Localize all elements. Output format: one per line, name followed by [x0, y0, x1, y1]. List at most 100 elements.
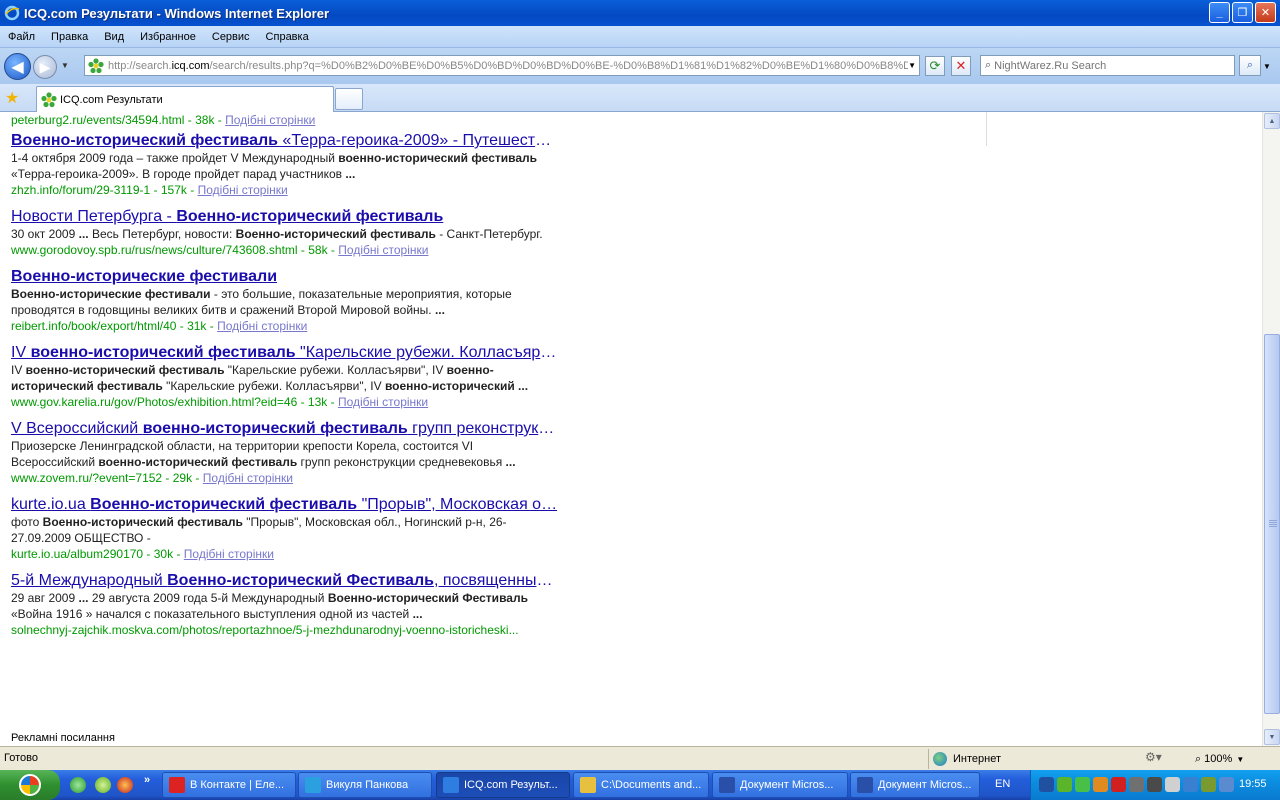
- result-title-link[interactable]: kurte.io.ua Военно-исторический фестивал…: [11, 495, 559, 514]
- tray-monitor-icon[interactable]: [1129, 777, 1144, 792]
- text-fragment: IV: [11, 344, 31, 361]
- taskbar-button[interactable]: Документ Micros...: [850, 772, 980, 798]
- result-snippet: фото Военно-исторический фестиваль "Прор…: [11, 514, 559, 546]
- quicklaunch-opera-icon[interactable]: [117, 777, 133, 793]
- similar-pages-link[interactable]: Подібні сторінки: [203, 471, 293, 485]
- quicklaunch-more-icon[interactable]: »: [144, 774, 150, 786]
- taskbar-app-icon: [443, 777, 459, 793]
- highlighted-text: военно-исторический фестиваль: [338, 151, 538, 165]
- tray-device-icon[interactable]: [1147, 777, 1162, 792]
- tray-ati-icon[interactable]: [1111, 777, 1126, 792]
- zoom-dropdown-icon[interactable]: ▼: [1236, 755, 1244, 764]
- similar-pages-link[interactable]: Подібні сторінки: [184, 547, 274, 561]
- window-titlebar: ICQ.com Результати - Windows Internet Ex…: [0, 0, 1280, 26]
- icq-flower-icon: [88, 57, 104, 73]
- taskbar-button-label: Викуля Панкова: [326, 779, 409, 791]
- start-button[interactable]: [0, 770, 60, 800]
- refresh-button[interactable]: ⟳: [925, 56, 945, 76]
- similar-pages-link[interactable]: Подібні сторінки: [217, 319, 307, 333]
- result-url: solnechnyj-zajchik.moskva.com/photos/rep…: [11, 623, 519, 637]
- history-dropdown-icon[interactable]: ▼: [61, 61, 69, 70]
- security-zone[interactable]: Интернет: [928, 749, 1138, 769]
- menu-item[interactable]: Сервис: [204, 31, 258, 43]
- result-title-link[interactable]: Военно-исторические фестивали: [11, 267, 559, 286]
- quicklaunch-icq-icon[interactable]: [70, 777, 86, 793]
- tray-globe-icon[interactable]: [1219, 777, 1234, 792]
- search-result: Военно-исторический фестиваль «Терра-гер…: [11, 131, 571, 198]
- taskbar-button[interactable]: Викуля Панкова: [298, 772, 432, 798]
- menu-item[interactable]: Файл: [0, 31, 43, 43]
- highlighted-text: Военно-исторический Фестиваль: [327, 591, 528, 605]
- favorites-star-icon[interactable]: ★: [5, 88, 19, 108]
- search-input[interactable]: [994, 59, 1215, 72]
- highlighted-text: ...: [345, 167, 356, 181]
- taskbar-button[interactable]: Документ Micros...: [712, 772, 848, 798]
- similar-pages-link[interactable]: Подібні сторінки: [338, 395, 428, 409]
- protected-mode-icon[interactable]: ⚙▾: [1145, 750, 1162, 764]
- result-snippet: IV военно-исторический фестиваль "Карель…: [11, 362, 559, 394]
- taskbar-button-label: ICQ.com Результ...: [464, 779, 558, 791]
- taskbar-button-label: Документ Micros...: [878, 779, 972, 791]
- tray-speaker-icon[interactable]: [1093, 777, 1108, 792]
- forward-button[interactable]: ▶: [33, 55, 57, 79]
- scroll-down-icon[interactable]: ▼: [1264, 729, 1280, 745]
- tray-shield-icon[interactable]: [1075, 777, 1090, 792]
- minimize-button[interactable]: _: [1209, 2, 1230, 23]
- text-fragment: "Прорыв", Московская о…: [357, 496, 558, 513]
- text-fragment: групп реконструкции средневековья: [297, 455, 506, 469]
- taskbar-button[interactable]: C:\Documents and...: [573, 772, 709, 798]
- result-title-link[interactable]: 5-й Международный Военно-исторический Фе…: [11, 571, 559, 590]
- tray-network-icon[interactable]: [1039, 777, 1054, 792]
- tray-volume-icon[interactable]: [1165, 777, 1180, 792]
- address-bar[interactable]: http://search.icq.com/search/results.php…: [84, 55, 920, 76]
- scroll-up-icon[interactable]: ▲: [1264, 113, 1280, 129]
- search-result: IV военно-исторический фестиваль "Карель…: [11, 343, 571, 410]
- taskbar-button[interactable]: ICQ.com Результ...: [436, 772, 570, 798]
- text-fragment: 5-й Международный: [11, 572, 168, 589]
- highlighted-text: Военно-исторический фестиваль: [90, 496, 358, 513]
- highlighted-text: Военно-исторический фестиваль: [11, 132, 278, 149]
- language-indicator[interactable]: EN: [995, 778, 1010, 790]
- menu-item[interactable]: Вид: [96, 31, 132, 43]
- result-title-link[interactable]: Военно-исторический фестиваль «Терра-гер…: [11, 131, 559, 150]
- highlighted-text: военно-исторический фестиваль: [98, 455, 298, 469]
- address-dropdown-icon[interactable]: ▼: [908, 61, 916, 70]
- taskbar-app-icon: [857, 777, 873, 793]
- vertical-scrollbar[interactable]: ▲ ▼: [1262, 112, 1280, 746]
- menu-item[interactable]: Избранное: [132, 31, 204, 43]
- tray-update-icon[interactable]: [1201, 777, 1216, 792]
- similar-pages-link[interactable]: Подібні сторінки: [225, 113, 315, 127]
- menu-item[interactable]: Справка: [258, 31, 317, 43]
- result-title-link[interactable]: IV военно-исторический фестиваль "Карель…: [11, 343, 559, 362]
- tab-row: ★ ICQ.com Результати: [0, 84, 1280, 112]
- search-options-dropdown-icon[interactable]: ▼: [1263, 62, 1271, 71]
- close-button[interactable]: ✕: [1255, 2, 1276, 23]
- zone-label: Интернет: [953, 753, 1001, 765]
- similar-pages-link[interactable]: Подібні сторінки: [338, 243, 428, 257]
- address-url[interactable]: http://search.icq.com/search/results.php…: [108, 60, 908, 72]
- search-box[interactable]: ⌕: [980, 55, 1235, 76]
- page-content: peterburg2.ru/events/34594.html - 38k - …: [0, 112, 1262, 746]
- highlighted-text: Военно-исторический фестиваль: [176, 208, 444, 225]
- zoom-control[interactable]: ⌕ 100% ▼: [1195, 749, 1244, 769]
- result-title-link[interactable]: V Всероссийский военно-исторический фест…: [11, 419, 559, 438]
- search-result: Военно-исторические фестивали Военно-исто…: [11, 267, 571, 334]
- tab-icq-results[interactable]: ICQ.com Результати: [36, 86, 334, 112]
- result-title-link[interactable]: Новости Петербурга - Военно-исторический…: [11, 207, 559, 226]
- taskbar-app-icon: [169, 777, 185, 793]
- result-meta: kurte.io.ua/album290170 - 30k - Подібні …: [11, 546, 571, 562]
- stop-button[interactable]: ✕: [951, 56, 971, 76]
- tray-display-icon[interactable]: [1183, 777, 1198, 792]
- search-button[interactable]: ⌕: [1239, 55, 1261, 76]
- result-meta: www.gov.karelia.ru/gov/Photos/exhibition…: [11, 394, 571, 410]
- maximize-button[interactable]: ❐: [1232, 2, 1253, 23]
- tray-icq-icon[interactable]: [1057, 777, 1072, 792]
- back-button[interactable]: ◀: [4, 53, 31, 80]
- new-tab-button[interactable]: [335, 88, 363, 110]
- taskbar-button[interactable]: В Контакте | Еле...: [162, 772, 296, 798]
- highlighted-text: военно-исторический ...: [384, 379, 529, 393]
- quicklaunch-flower-icon[interactable]: [95, 777, 111, 793]
- menu-item[interactable]: Правка: [43, 31, 96, 43]
- scroll-thumb[interactable]: [1264, 334, 1280, 714]
- similar-pages-link[interactable]: Подібні сторінки: [198, 183, 288, 197]
